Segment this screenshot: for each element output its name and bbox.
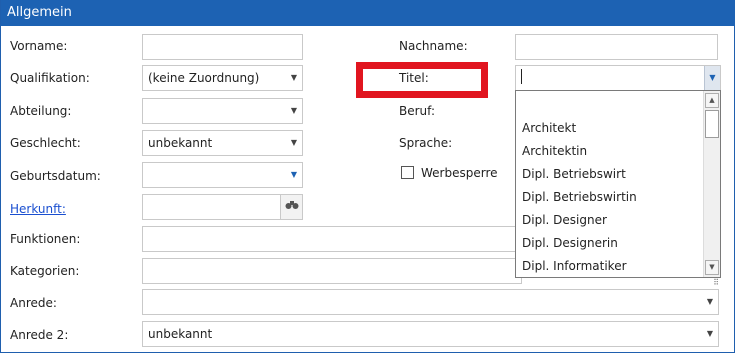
anrede2-select[interactable]: unbekannt ▼ (142, 321, 719, 347)
dropdown-option[interactable]: Dipl. Designerin (522, 235, 618, 251)
vorname-field[interactable] (142, 34, 303, 60)
kategorien-field[interactable] (142, 258, 522, 284)
abteilung-label: Abteilung: (10, 104, 72, 118)
geburtsdatum-datepicker[interactable]: ▼ (142, 162, 303, 188)
chevron-down-icon[interactable]: ▼ (286, 66, 302, 90)
scroll-up-icon[interactable]: ▲ (705, 93, 719, 108)
anrede2-label: Anrede 2: (10, 328, 69, 342)
dropdown-option[interactable]: Dipl. Betriebswirtin (522, 189, 637, 205)
nachname-field[interactable] (515, 34, 718, 60)
dropdown-option[interactable]: Architekt (522, 120, 576, 136)
dropdown-option[interactable]: Architektin (522, 143, 587, 159)
dropdown-option[interactable]: Dipl. Betriebswirt (522, 166, 626, 182)
werbesperre-label: Werbesperre (421, 166, 498, 180)
beruf-label: Beruf: (399, 104, 435, 118)
binoculars-icon[interactable] (280, 195, 302, 219)
geschlecht-select[interactable]: unbekannt ▼ (142, 130, 303, 156)
dropdown-scrollbar[interactable]: ▲ ▼ (703, 91, 720, 277)
titel-combobox-input[interactable]: ▼ (515, 65, 721, 91)
titel-highlight-frame (356, 62, 488, 98)
sprache-label: Sprache: (399, 136, 453, 150)
chevron-down-icon[interactable]: ▼ (286, 163, 302, 187)
geschlecht-value: unbekannt (148, 136, 213, 150)
titel-dropdown-list[interactable]: Architekt Architektin Dipl. Betriebswirt… (515, 90, 721, 278)
herkunft-link[interactable]: Herkunft: (10, 201, 66, 217)
dropdown-option[interactable]: Dipl. Designer (522, 212, 607, 228)
panel-title: Allgemein (1, 0, 735, 26)
nachname-label: Nachname: (399, 39, 468, 53)
anrede-select[interactable]: ▼ (142, 289, 719, 315)
scrollbar-thumb[interactable] (705, 110, 719, 138)
chevron-down-icon[interactable]: ▼ (704, 66, 720, 90)
chevron-down-icon[interactable]: ▼ (702, 322, 718, 346)
binoculars-glyph (285, 201, 298, 209)
qualifikation-label: Qualifikation: (10, 71, 90, 85)
scroll-down-icon[interactable]: ▼ (705, 260, 719, 275)
general-panel: Allgemein Vorname: Nachname: Qualifikati… (0, 0, 735, 353)
geburtsdatum-label: Geburtsdatum: (10, 169, 101, 183)
chevron-down-icon[interactable]: ▼ (286, 131, 302, 155)
abteilung-select[interactable]: ▼ (142, 98, 303, 124)
anrede-label: Anrede: (10, 296, 57, 310)
geschlecht-label: Geschlecht: (10, 136, 81, 150)
herkunft-field[interactable] (142, 194, 303, 220)
resize-grip-icon[interactable]: ⠿ (705, 278, 719, 288)
werbesperre-checkbox[interactable] (401, 166, 414, 179)
qualifikation-select[interactable]: (keine Zuordnung) ▼ (142, 65, 303, 91)
kategorien-label: Kategorien: (10, 264, 80, 278)
chevron-down-icon[interactable]: ▼ (702, 290, 718, 314)
dropdown-option[interactable]: Dipl. Informatiker (522, 258, 627, 274)
qualifikation-value: (keine Zuordnung) (148, 71, 260, 85)
funktionen-field[interactable] (142, 226, 522, 252)
vorname-label: Vorname: (10, 39, 68, 53)
funktionen-label: Funktionen: (10, 232, 81, 246)
anrede2-value: unbekannt (148, 327, 213, 341)
text-caret (521, 69, 522, 84)
chevron-down-icon[interactable]: ▼ (286, 99, 302, 123)
